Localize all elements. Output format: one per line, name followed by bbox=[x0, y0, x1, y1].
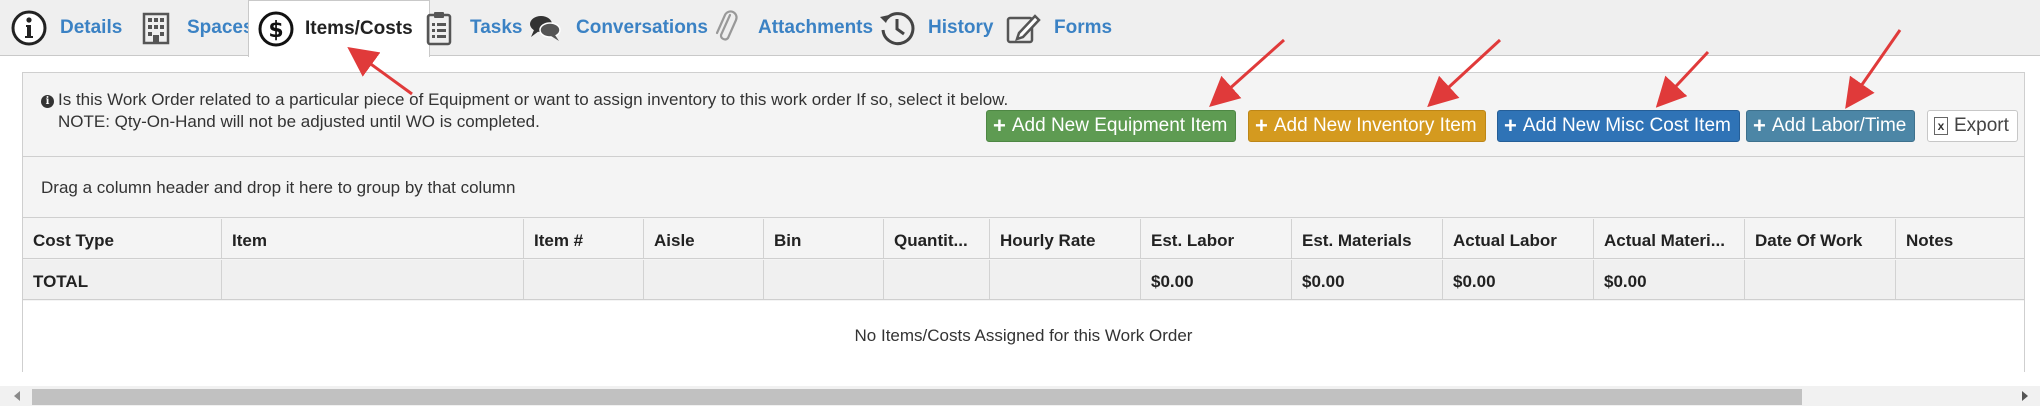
dollar-circle-icon: $ bbox=[257, 10, 295, 48]
group-drop-area[interactable]: Drag a column header and drop it here to… bbox=[23, 158, 2024, 218]
info-note: i Is this Work Order related to a particu… bbox=[41, 89, 1008, 133]
column-header[interactable]: Item bbox=[222, 219, 524, 258]
total-actual-labor: $0.00 bbox=[1443, 260, 1594, 299]
grid-header-row: Cost Type Item Item # Aisle Bin Quantit.… bbox=[23, 219, 2024, 259]
button-label: Export bbox=[1954, 115, 2009, 136]
column-header[interactable]: Est. Labor bbox=[1141, 219, 1292, 258]
info-circle-icon bbox=[10, 9, 48, 47]
add-inventory-button[interactable]: + Add New Inventory Item bbox=[1248, 110, 1486, 142]
info-line-1: Is this Work Order related to a particul… bbox=[58, 90, 1009, 109]
tab-bar: Details Spaces $ Items/Costs Tasks Conve… bbox=[0, 0, 2040, 57]
export-button[interactable]: x Export bbox=[1927, 110, 2018, 142]
total-cell bbox=[222, 260, 524, 299]
tab-label: Tasks bbox=[470, 17, 523, 38]
column-header[interactable]: Est. Materials bbox=[1292, 219, 1443, 258]
button-label: Add Labor/Time bbox=[1771, 115, 1907, 136]
column-header[interactable]: Quantit... bbox=[884, 219, 990, 258]
tab-history[interactable]: History bbox=[878, 0, 993, 56]
column-header[interactable]: Date Of Work bbox=[1745, 219, 1896, 258]
total-cell bbox=[990, 260, 1141, 299]
tab-label: Forms bbox=[1054, 17, 1113, 38]
empty-message: No Items/Costs Assigned for this Work Or… bbox=[23, 301, 2024, 372]
tab-forms[interactable]: Forms bbox=[1004, 0, 1112, 56]
scroll-right-arrow-icon[interactable] bbox=[2022, 391, 2028, 401]
history-clock-icon bbox=[878, 9, 916, 47]
tab-label: Conversations bbox=[576, 17, 708, 38]
clipboard-list-icon bbox=[420, 9, 458, 47]
tab-label: Attachments bbox=[758, 17, 874, 38]
column-header[interactable]: Aisle bbox=[644, 219, 764, 258]
tab-details[interactable]: Details bbox=[10, 0, 122, 56]
total-label: TOTAL bbox=[23, 260, 222, 299]
total-cell bbox=[524, 260, 644, 299]
tab-attachments[interactable]: Attachments bbox=[708, 0, 873, 56]
column-header[interactable]: Actual Labor bbox=[1443, 219, 1594, 258]
total-cell bbox=[1745, 260, 1896, 299]
column-header[interactable]: Actual Materi... bbox=[1594, 219, 1745, 258]
plus-icon: + bbox=[993, 113, 1006, 138]
paperclip-icon bbox=[708, 9, 746, 47]
tab-spaces[interactable]: Spaces bbox=[137, 0, 254, 56]
total-cell bbox=[764, 260, 884, 299]
column-header[interactable]: Cost Type bbox=[23, 219, 222, 258]
tab-label: Items/Costs bbox=[305, 18, 413, 39]
total-cell bbox=[644, 260, 764, 299]
building-icon bbox=[137, 9, 175, 47]
total-actual-materials: $0.00 bbox=[1594, 260, 1745, 299]
column-header[interactable]: Bin bbox=[764, 219, 884, 258]
plus-icon: + bbox=[1255, 113, 1268, 138]
tab-tasks[interactable]: Tasks bbox=[420, 0, 522, 56]
button-label: Add New Equipment Item bbox=[1011, 115, 1228, 136]
add-misc-cost-button[interactable]: + Add New Misc Cost Item bbox=[1497, 110, 1740, 142]
column-header[interactable]: Notes bbox=[1896, 219, 2026, 258]
add-labor-time-button[interactable]: + Add Labor/Time bbox=[1746, 110, 1916, 142]
total-row: TOTAL $0.00 $0.00 $0.00 $0.00 bbox=[23, 260, 2024, 300]
form-edit-icon bbox=[1004, 9, 1042, 47]
plus-icon: + bbox=[1504, 113, 1517, 138]
tab-items-costs[interactable]: $ Items/Costs bbox=[248, 0, 430, 57]
tab-label: Spaces bbox=[187, 17, 254, 38]
total-cell bbox=[884, 260, 990, 299]
plus-icon: + bbox=[1753, 113, 1766, 138]
group-hint: Drag a column header and drop it here to… bbox=[41, 178, 516, 197]
scroll-thumb[interactable] bbox=[32, 389, 1802, 405]
button-label: Add New Misc Cost Item bbox=[1522, 115, 1731, 136]
horizontal-scrollbar[interactable] bbox=[0, 386, 2040, 406]
scroll-left-arrow-icon[interactable] bbox=[14, 391, 20, 401]
column-header[interactable]: Hourly Rate bbox=[990, 219, 1141, 258]
tab-label: History bbox=[928, 17, 994, 38]
chat-bubbles-icon bbox=[526, 9, 564, 47]
info-line-2: NOTE: Qty-On-Hand will not be adjusted u… bbox=[58, 112, 540, 131]
total-est-labor: $0.00 bbox=[1141, 260, 1292, 299]
grid-toolbar: i Is this Work Order related to a particu… bbox=[23, 73, 2024, 157]
tab-conversations[interactable]: Conversations bbox=[526, 0, 708, 56]
total-est-materials: $0.00 bbox=[1292, 260, 1443, 299]
tab-label: Details bbox=[60, 17, 123, 38]
excel-icon: x bbox=[1934, 117, 1948, 135]
total-cell bbox=[1896, 260, 2026, 299]
info-icon: i bbox=[41, 95, 54, 108]
column-header[interactable]: Item # bbox=[524, 219, 644, 258]
svg-text:$: $ bbox=[268, 18, 283, 43]
button-label: Add New Inventory Item bbox=[1273, 115, 1477, 136]
add-equipment-button[interactable]: + Add New Equipment Item bbox=[986, 110, 1237, 142]
items-costs-panel: i Is this Work Order related to a particu… bbox=[22, 72, 2025, 372]
